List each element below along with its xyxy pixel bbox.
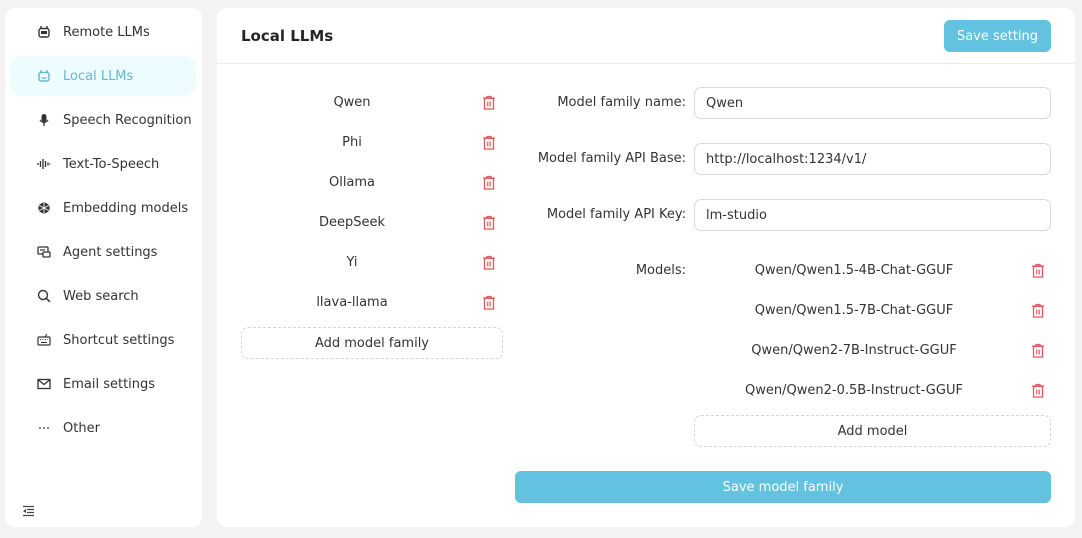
ellipsis-icon xyxy=(37,421,51,435)
sidebar-item-web-search[interactable]: Web search xyxy=(10,276,196,316)
model-family-api-base-label: Model family API Base: xyxy=(537,151,686,166)
model-list-item: Qwen/Qwen1.5-7B-Chat-GGUF xyxy=(694,297,1051,325)
family-name[interactable]: DeepSeek xyxy=(241,215,463,230)
sidebar-item-shortcut-settings[interactable]: Shortcut settings xyxy=(10,320,196,360)
sidebar-item-embedding-models[interactable]: Embedding models xyxy=(10,188,196,228)
model-name: Qwen/Qwen2-7B-Instruct-GGUF xyxy=(751,343,957,358)
mail-icon xyxy=(37,377,51,391)
delete-icon[interactable] xyxy=(482,175,496,190)
agent-icon xyxy=(37,245,51,259)
delete-icon[interactable] xyxy=(1031,263,1045,278)
sidebar-item-label: Shortcut settings xyxy=(63,332,175,348)
page-title: Local LLMs xyxy=(241,27,334,45)
sidebar-item-text-to-speech[interactable]: Text-To-Speech xyxy=(10,144,196,184)
delete-icon[interactable] xyxy=(482,135,496,150)
family-name[interactable]: llava-llama xyxy=(241,295,463,310)
delete-icon[interactable] xyxy=(1031,343,1045,358)
model-family-api-key-input[interactable] xyxy=(694,199,1051,231)
menu-fold-icon[interactable] xyxy=(22,505,35,517)
sidebar-item-label: Text-To-Speech xyxy=(63,156,160,172)
family-list-item[interactable]: Ollama xyxy=(241,169,503,197)
model-list-item: Qwen/Qwen2-0.5B-Instruct-GGUF xyxy=(694,377,1051,405)
family-list-item[interactable]: llava-llama xyxy=(241,289,503,317)
family-name[interactable]: Ollama xyxy=(241,175,463,190)
delete-icon[interactable] xyxy=(1031,383,1045,398)
sidebar-item-label: Email settings xyxy=(63,376,156,392)
family-name[interactable]: Yi xyxy=(241,255,463,270)
keyboard-icon xyxy=(37,333,51,347)
delete-icon[interactable] xyxy=(482,295,496,310)
model-list-item: Qwen/Qwen1.5-4B-Chat-GGUF xyxy=(694,257,1051,285)
model-name: Qwen/Qwen1.5-4B-Chat-GGUF xyxy=(754,263,954,278)
robot-icon xyxy=(37,69,51,83)
add-model-family-button[interactable]: Add model family xyxy=(241,327,503,359)
model-list-item: Qwen/Qwen2-7B-Instruct-GGUF xyxy=(694,337,1051,365)
model-name: Qwen/Qwen2-0.5B-Instruct-GGUF xyxy=(745,383,963,398)
robot-icon xyxy=(37,25,51,39)
delete-icon[interactable] xyxy=(1031,303,1045,318)
family-list-item[interactable]: Qwen xyxy=(241,89,503,117)
sidebar-item-label: Remote LLMs xyxy=(63,24,150,40)
sidebar-item-label: Embedding models xyxy=(63,200,189,216)
sidebar-item-label: Agent settings xyxy=(63,244,158,260)
microphone-icon xyxy=(37,113,51,127)
sidebar-item-speech-recognition[interactable]: Speech Recognition xyxy=(10,100,196,140)
sidebar-item-remote-llms[interactable]: Remote LLMs xyxy=(10,12,196,52)
family-name[interactable]: Phi xyxy=(241,135,463,150)
embedding-icon xyxy=(37,201,51,215)
sidebar-item-label: Speech Recognition xyxy=(63,112,192,128)
model-family-api-base-input[interactable] xyxy=(694,143,1051,175)
sidebar-item-label: Local LLMs xyxy=(63,68,134,84)
sidebar-item-agent-settings[interactable]: Agent settings xyxy=(10,232,196,272)
sidebar-item-label: Web search xyxy=(63,288,139,304)
delete-icon[interactable] xyxy=(482,95,496,110)
model-family-name-input[interactable] xyxy=(694,87,1051,119)
sidebar-item-other[interactable]: Other xyxy=(10,408,196,448)
family-list-item[interactable]: Yi xyxy=(241,249,503,277)
family-list-item[interactable]: DeepSeek xyxy=(241,209,503,237)
sidebar: Remote LLMs Local LLMs Speech Recognitio… xyxy=(5,8,202,527)
sidebar-item-local-llms[interactable]: Local LLMs xyxy=(10,56,196,96)
sound-wave-icon xyxy=(37,157,51,171)
save-model-family-button[interactable]: Save model family xyxy=(515,471,1051,503)
models-label: Models: xyxy=(635,263,686,278)
main-panel: Local LLMs Save setting Qwen Phi Ollama … xyxy=(217,8,1075,527)
delete-icon[interactable] xyxy=(482,215,496,230)
model-family-name-label: Model family name: xyxy=(557,95,686,110)
model-family-api-key-label: Model family API Key: xyxy=(546,207,686,222)
family-name[interactable]: Qwen xyxy=(241,95,463,110)
search-icon xyxy=(37,289,51,303)
sidebar-item-email-settings[interactable]: Email settings xyxy=(10,364,196,404)
main-header: Local LLMs Save setting xyxy=(217,8,1075,64)
add-model-button[interactable]: Add model xyxy=(694,415,1051,447)
delete-icon[interactable] xyxy=(482,255,496,270)
model-name: Qwen/Qwen1.5-7B-Chat-GGUF xyxy=(754,303,954,318)
family-list-item[interactable]: Phi xyxy=(241,129,503,157)
sidebar-item-label: Other xyxy=(63,420,100,436)
save-setting-button[interactable]: Save setting xyxy=(944,20,1051,52)
